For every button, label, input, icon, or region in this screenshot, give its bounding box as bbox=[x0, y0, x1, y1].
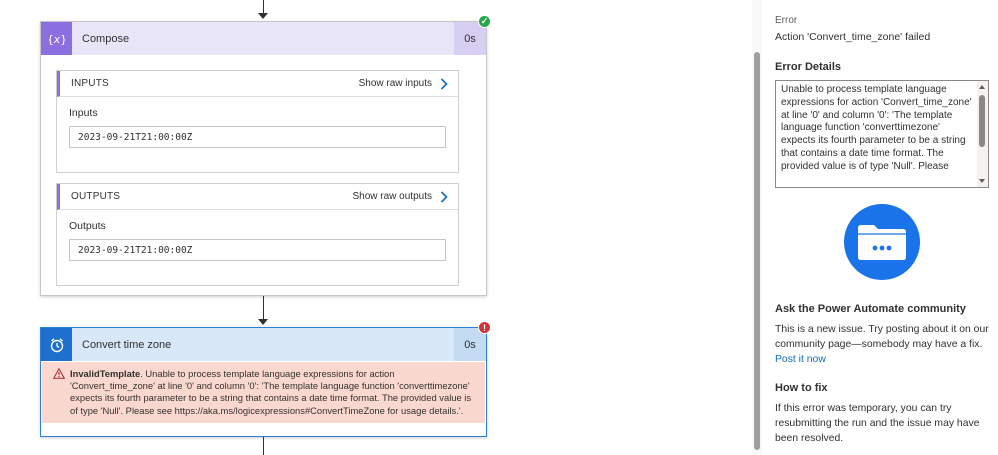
compose-card-title: Compose bbox=[82, 32, 130, 45]
scroll-up-icon[interactable] bbox=[979, 85, 985, 89]
alarm-clock-icon bbox=[41, 328, 72, 361]
error-details-textarea[interactable]: Unable to process template language expr… bbox=[775, 80, 989, 188]
connector-arrow bbox=[258, 319, 268, 325]
error-details-heading: Error Details bbox=[775, 61, 842, 73]
show-raw-outputs-link[interactable]: Show raw outputs bbox=[353, 190, 449, 203]
compose-card-header[interactable]: {x} Compose 0s bbox=[41, 22, 486, 55]
textarea-scrollbar-thumb[interactable] bbox=[979, 95, 985, 147]
community-description: This is a new issue. Try posting about i… bbox=[775, 324, 989, 350]
show-raw-outputs-label[interactable]: Show raw outputs bbox=[353, 191, 433, 202]
error-details-text: Unable to process template language expr… bbox=[781, 84, 972, 172]
error-message-box: InvalidTemplate. Unable to process templ… bbox=[42, 362, 485, 423]
post-it-now-link[interactable]: Post it now bbox=[775, 354, 826, 365]
show-raw-inputs-link[interactable]: Show raw inputs bbox=[359, 77, 448, 90]
error-label: Error bbox=[775, 15, 798, 26]
community-text: This is a new issue. Try posting about i… bbox=[775, 322, 995, 367]
panel-scrollbar-thumb[interactable] bbox=[754, 52, 760, 450]
convert-card-title: Convert time zone bbox=[82, 338, 172, 351]
how-to-fix-text: If this error was temporary, you can try… bbox=[775, 403, 980, 444]
scroll-down-icon[interactable] bbox=[979, 179, 985, 183]
connector-line bbox=[263, 437, 264, 455]
connector-line bbox=[263, 296, 264, 320]
error-summary: Action 'Convert_time_zone' failed bbox=[775, 31, 931, 43]
community-heading: Ask the Power Automate community bbox=[775, 303, 966, 315]
error-status-icon: ! bbox=[478, 321, 491, 334]
inputs-label: Inputs bbox=[69, 107, 98, 119]
chevron-right-icon[interactable] bbox=[440, 190, 448, 203]
error-code: InvalidTemplate bbox=[70, 368, 141, 379]
success-check-icon: ✓ bbox=[478, 15, 491, 28]
warning-triangle-icon bbox=[53, 368, 65, 379]
chevron-right-icon[interactable] bbox=[440, 77, 448, 90]
braces-icon: {x} bbox=[41, 22, 72, 55]
convert-card-header[interactable]: Convert time zone 0s bbox=[41, 328, 486, 361]
connector-line bbox=[263, 0, 264, 14]
convert-time-zone-action-card[interactable]: Convert time zone 0s InvalidTemplate. Un… bbox=[40, 327, 487, 437]
inputs-header-title: INPUTS bbox=[71, 78, 109, 89]
textarea-scrollbar[interactable] bbox=[977, 81, 988, 187]
outputs-header-title: OUTPUTS bbox=[71, 191, 121, 202]
inputs-value[interactable]: 2023-09-21T21:00:00Z bbox=[69, 126, 446, 148]
inputs-section: INPUTS Show raw inputs Inputs 2023-09-21… bbox=[56, 70, 459, 173]
outputs-label: Outputs bbox=[69, 220, 106, 232]
show-raw-inputs-label[interactable]: Show raw inputs bbox=[359, 78, 432, 89]
flow-canvas: {x} Compose 0s INPUTS Show raw inputs In… bbox=[0, 0, 752, 455]
outputs-header: OUTPUTS Show raw outputs bbox=[57, 184, 458, 210]
panel-scrollbar[interactable] bbox=[752, 0, 762, 455]
svg-text:{x}: {x} bbox=[49, 33, 65, 46]
how-to-fix-heading: How to fix bbox=[775, 382, 828, 394]
outputs-value[interactable]: 2023-09-21T21:00:00Z bbox=[69, 239, 446, 261]
outputs-section: OUTPUTS Show raw outputs Outputs 2023-09… bbox=[56, 183, 459, 286]
error-details-panel: Error Action 'Convert_time_zone' failed … bbox=[762, 0, 998, 455]
compose-action-card[interactable]: {x} Compose 0s INPUTS Show raw inputs In… bbox=[40, 21, 487, 296]
error-message-text: InvalidTemplate. Unable to process templ… bbox=[54, 368, 475, 417]
inputs-header: INPUTS Show raw inputs bbox=[57, 71, 458, 97]
connector-arrow bbox=[258, 13, 268, 19]
community-folder-icon bbox=[844, 204, 920, 280]
